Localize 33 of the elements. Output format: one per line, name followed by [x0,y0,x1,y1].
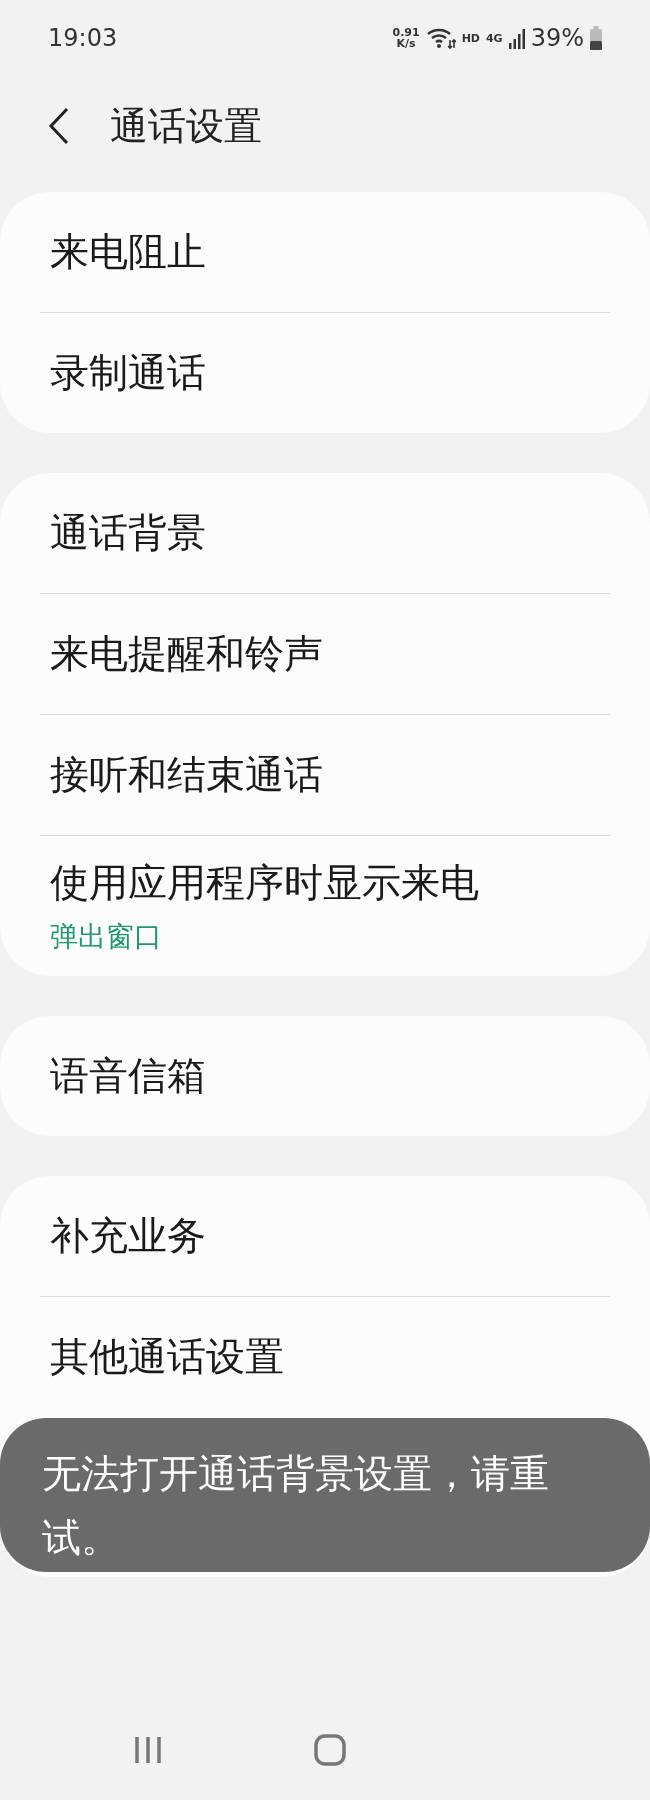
item-label: 语音信箱 [50,1052,207,1100]
settings-item[interactable]: 补充业务 [0,1176,650,1296]
item-label: 使用应用程序时显示来电 [50,859,480,907]
network-type: 4G [485,31,503,45]
item-label: 补充业务 [50,1212,207,1260]
item-label: 来电阻止 [50,228,207,276]
item-label: 其他通话设置 [50,1333,285,1381]
settings-item[interactable]: 接听和结束通话 [0,715,650,835]
wifi-icon [425,26,456,50]
item-label: 通话背景 [50,509,207,557]
page-title: 通话设置 [110,102,262,150]
hd-indicator: HD [461,31,480,45]
battery-percentage: 39% [530,24,584,52]
home-icon[interactable] [313,1733,347,1767]
settings-item[interactable]: 其他通话设置 [0,1297,650,1417]
clock-time: 19:03 [48,24,118,52]
toast-message: 无法打开通话背景设置，请重试。 [42,1450,550,1562]
item-summary: 弹出窗口 [50,919,163,955]
network-speed-value: 0.91 [392,27,420,38]
back-icon[interactable] [48,107,70,145]
settings-item[interactable]: 来电阻止 [0,192,650,312]
settings-item[interactable]: 使用应用程序时显示来电 弹出窗口 [0,836,650,976]
signal-icon [508,27,525,49]
settings-item[interactable]: 录制通话 [0,313,650,433]
item-label: 录制通话 [50,349,207,397]
settings-item[interactable]: 语音信箱 [0,1016,650,1136]
item-label: 来电提醒和铃声 [50,630,324,678]
battery-icon [590,26,602,50]
settings-item[interactable]: 来电提醒和铃声 [0,594,650,714]
network-speed-unit: K/s [396,38,416,49]
recent-apps-icon[interactable] [133,1735,163,1765]
settings-item[interactable]: 通话背景 [0,473,650,593]
item-label: 接听和结束通话 [50,751,324,799]
